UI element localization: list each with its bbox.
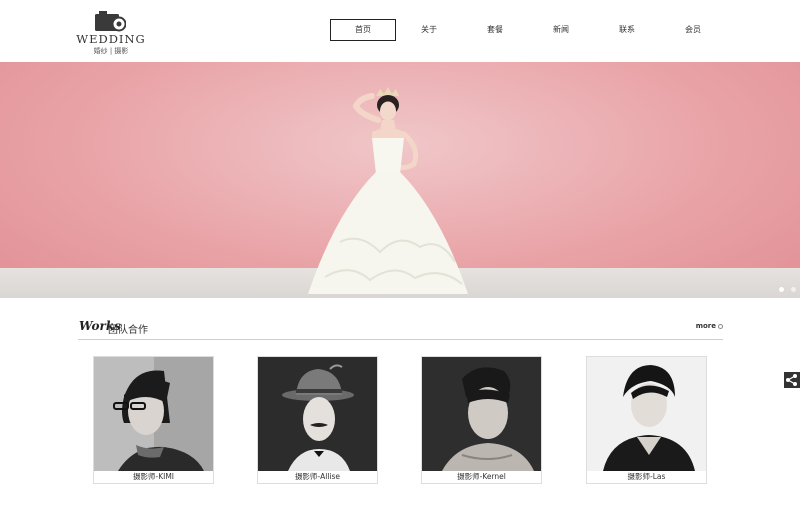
photographer-caption: 摄影师-Las: [627, 472, 666, 481]
photographer-photo: [587, 357, 706, 471]
share-button[interactable]: [784, 372, 800, 388]
slider-dots: [779, 287, 796, 292]
more-circle-icon: [718, 323, 723, 329]
team-section-header: Works 团队合作 more: [78, 316, 723, 340]
logo-wordmark: WEDDING: [76, 32, 146, 46]
camera-icon: [95, 11, 126, 32]
nav-item-home[interactable]: 首页: [330, 19, 396, 41]
photographer-photo: [258, 357, 377, 471]
photographer-photo: [94, 357, 213, 471]
team-card-kernel[interactable]: 摄影师-Kernel: [421, 356, 542, 484]
bride-illustration: [308, 87, 468, 294]
photographer-caption: 摄影师-KIMI: [132, 472, 175, 481]
more-link[interactable]: more: [696, 322, 723, 330]
nav-item-member[interactable]: 会员: [660, 19, 726, 41]
nav-item-packages[interactable]: 套餐: [462, 19, 528, 41]
site-logo[interactable]: WEDDING 婚纱 | 摄影: [76, 10, 146, 56]
nav-item-about[interactable]: 关于: [396, 19, 462, 41]
photographer-photo: [422, 357, 541, 471]
slider-dot[interactable]: [791, 287, 796, 292]
photographer-caption: 摄影师-Allise: [294, 472, 341, 481]
nav-item-news[interactable]: 新闻: [528, 19, 594, 41]
more-label: more: [695, 322, 716, 330]
site-header: WEDDING 婚纱 | 摄影 首页 关于 套餐 新闻 联系 会员: [0, 0, 800, 62]
hero-banner[interactable]: [0, 62, 800, 298]
logo-subtitle: 婚纱 | 摄影: [93, 47, 129, 55]
main-nav: 首页 关于 套餐 新闻 联系 会员: [330, 19, 726, 41]
share-icon: [786, 374, 797, 386]
team-card-las[interactable]: 摄影师-Las: [586, 356, 707, 484]
nav-item-contact[interactable]: 联系: [594, 19, 660, 41]
section-title-cn: 团队合作: [108, 325, 148, 336]
slider-dot[interactable]: [779, 287, 784, 292]
team-card-allise[interactable]: 摄影师-Allise: [257, 356, 378, 484]
photographer-caption: 摄影师-Kernel: [457, 472, 506, 481]
team-card-kimi[interactable]: 摄影师-KIMI: [93, 356, 214, 484]
